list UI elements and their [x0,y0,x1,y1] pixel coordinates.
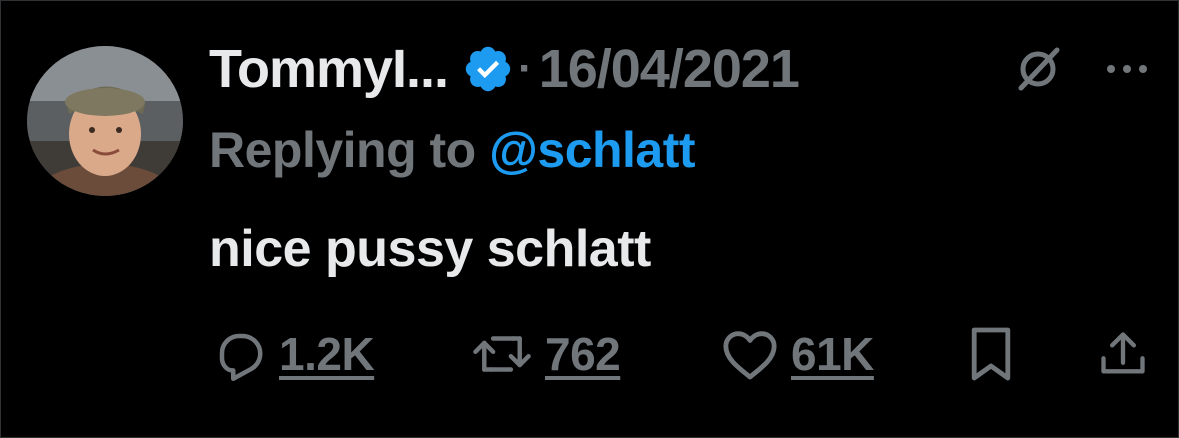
bookmark-button[interactable] [967,319,1015,389]
separator-dot: · [518,43,533,93]
tweet-card[interactable]: TommyI... · 16/04/2021 Replying to @schl… [0,0,1179,438]
share-icon [1101,332,1145,374]
action-bar: 1.2K 762 61K [1,319,1179,389]
like-button[interactable]: 61K [721,319,874,389]
tweet-text: nice pussy schlatt [209,220,651,278]
heart-icon [723,331,777,380]
reply-icon [219,333,263,381]
more-options-icon[interactable] [1105,59,1149,79]
verified-badge-icon [465,46,511,91]
reply-prefix: Replying to [209,122,476,178]
tweet-date[interactable]: 16/04/2021 [539,38,800,100]
reply-mention-link[interactable]: @schlatt [489,122,695,178]
retweet-button[interactable]: 762 [471,319,621,389]
reply-context: Replying to @schlatt [209,121,696,179]
bookmark-icon [971,327,1011,381]
reply-button[interactable]: 1.2K [213,319,375,389]
share-button[interactable] [1097,319,1149,389]
author-name[interactable]: TommyI... [209,38,449,100]
reply-count[interactable]: 1.2K [279,327,375,381]
tweet-header: TommyI... · 16/04/2021 [209,31,800,106]
grok-icon[interactable] [1013,44,1063,94]
retweet-count[interactable]: 762 [545,327,621,381]
avatar[interactable] [27,46,183,196]
like-count[interactable]: 61K [791,327,874,381]
retweet-icon [473,336,531,372]
